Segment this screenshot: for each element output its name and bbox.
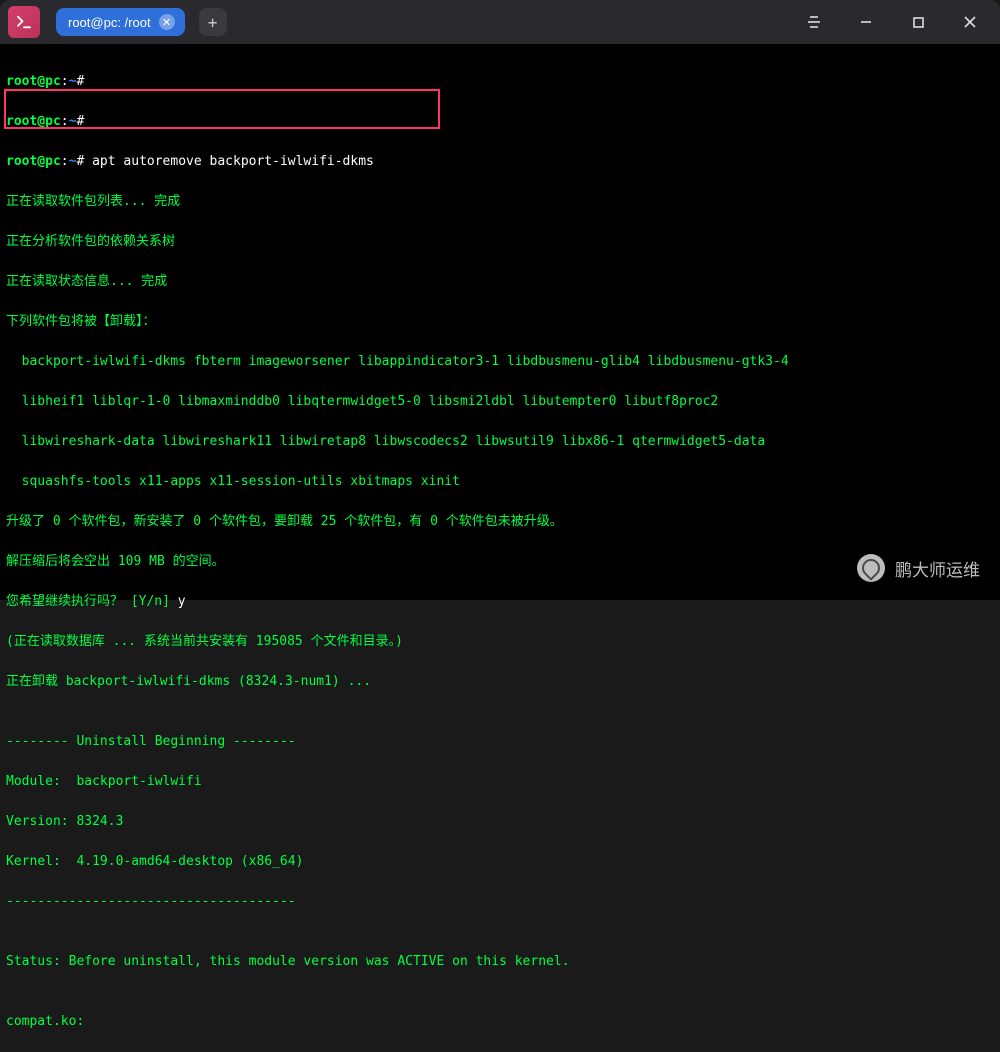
- output-line: squashfs-tools x11-apps x11-session-util…: [6, 472, 994, 492]
- output-line: 正在分析软件包的依赖关系树: [6, 232, 994, 252]
- tab-title: root@pc: /root: [68, 15, 151, 30]
- prompt-sep: :: [61, 74, 69, 89]
- close-tab-icon[interactable]: ✕: [159, 14, 175, 30]
- output-line: 升级了 0 个软件包，新安装了 0 个软件包，要卸载 25 个软件包，有 0 个…: [6, 512, 994, 532]
- command-text: apt autoremove backport-iwlwifi-dkms: [84, 154, 374, 169]
- output-line: 您希望继续执行吗？ [Y/n]: [6, 594, 178, 609]
- output-line: -------- Uninstall Beginning --------: [6, 732, 994, 752]
- maximize-button[interactable]: [904, 8, 932, 36]
- prompt-hash: #: [76, 114, 84, 129]
- output-line: -------------------------------------: [6, 892, 994, 912]
- output-line: 正在卸载 backport-iwlwifi-dkms (8324.3-num1)…: [6, 672, 994, 692]
- prompt-hash: #: [76, 74, 84, 89]
- output-line: 正在读取状态信息... 完成: [6, 272, 994, 292]
- output-line: libwireshark-data libwireshark11 libwire…: [6, 432, 994, 452]
- wechat-icon: [857, 554, 885, 582]
- hamburger-menu-icon[interactable]: [800, 8, 828, 36]
- user-input: y: [178, 594, 186, 609]
- output-line: 解压缩后将会空出 109 MB 的空间。: [6, 552, 994, 572]
- watermark-text: 鹏大师运维: [895, 556, 980, 581]
- titlebar: root@pc: /root ✕ +: [0, 0, 1000, 44]
- prompt-sep: :: [61, 154, 69, 169]
- tab-active[interactable]: root@pc: /root ✕: [56, 8, 185, 36]
- output-line: 正在读取软件包列表... 完成: [6, 192, 994, 212]
- output-line: Version: 8324.3: [6, 812, 994, 832]
- prompt-sep: :: [61, 114, 69, 129]
- watermark: 鹏大师运维: [857, 554, 980, 582]
- plus-icon: +: [208, 13, 218, 32]
- output-line: Module: backport-iwlwifi: [6, 772, 994, 792]
- new-tab-button[interactable]: +: [199, 8, 227, 36]
- output-line: libheif1 liblqr-1-0 libmaxminddb0 libqte…: [6, 392, 994, 412]
- prompt-user: root@pc: [6, 74, 61, 89]
- output-line: (正在读取数据库 ... 系统当前共安装有 195085 个文件和目录。): [6, 632, 994, 652]
- minimize-button[interactable]: [852, 8, 880, 36]
- output-line: 下列软件包将被【卸载】：: [6, 312, 994, 332]
- prompt-user: root@pc: [6, 154, 61, 169]
- output-line: compat.ko:: [6, 1012, 994, 1032]
- terminal-app-icon: [8, 6, 40, 38]
- terminal-output[interactable]: root@pc:~# root@pc:~# root@pc:~# apt aut…: [0, 44, 1000, 600]
- output-line: Status: Before uninstall, this module ve…: [6, 952, 994, 972]
- close-window-button[interactable]: [956, 8, 984, 36]
- output-line: backport-iwlwifi-dkms fbterm imageworsen…: [6, 352, 994, 372]
- output-line: Kernel: 4.19.0-amd64-desktop (x86_64): [6, 852, 994, 872]
- prompt-user: root@pc: [6, 114, 61, 129]
